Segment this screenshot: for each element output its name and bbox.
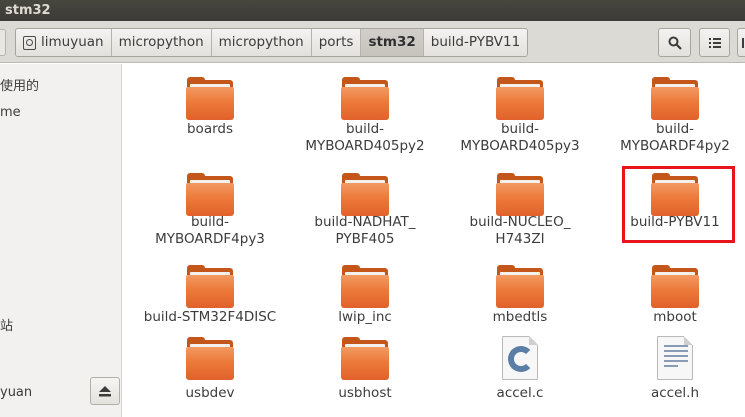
file-name-label: boards [186,121,234,137]
crumb-label: limuyuan [41,34,104,50]
folder-icon [135,76,285,120]
sidebar-item-label: yuan [0,385,33,400]
list-view-icon [708,37,721,48]
file-name-label: build- MYBOARDF4py2 [620,121,730,154]
back-button-edge[interactable] [0,29,6,56]
crumb-stm32[interactable]: stm32 [361,29,424,56]
file-name-label: accel.c [496,385,544,401]
sidebar-item-user-drive[interactable]: yuan [0,385,32,400]
file-name-label: accel.h [650,385,700,401]
menu-button[interactable] [737,28,745,57]
c-source-file-icon [445,336,595,380]
folder-icon [600,76,745,120]
sidebar-item-recent[interactable]: 使用的 [0,75,39,94]
menu-icon [741,37,745,48]
c-header-file-icon [600,336,745,380]
sidebar: 使用的 me 站 yuan [0,64,122,417]
search-icon [668,36,682,50]
folder-icon [290,172,440,216]
crumb-ports[interactable]: ports [311,29,362,56]
file-name-label: build-STM32F4DISC [143,309,277,325]
file-name-label: build-NADHAT_ PYBF405 [314,214,416,247]
folder-icon [445,172,595,216]
eject-icon [99,385,111,396]
home-folder-icon [23,35,36,50]
sidebar-item-site[interactable]: 站 [0,315,13,334]
folder-icon [600,264,745,308]
file-name-label: lwip_inc [338,309,392,325]
eject-button[interactable] [90,377,120,405]
file-name-label: usbdev [185,385,235,401]
crumb-home[interactable]: limuyuan [16,29,112,56]
crumb-micropython-2[interactable]: micropython [211,29,312,56]
sidebar-item-home[interactable]: me [0,105,21,120]
crumb-micropython-1[interactable]: micropython [111,29,212,56]
toolbar: limuyuan micropython micropython ports s… [0,21,745,63]
search-button[interactable] [658,28,691,57]
folder-icon [600,172,745,216]
folder-icon [445,76,595,120]
file-name-label: build-PYBV11 [630,214,720,230]
file-grid: boards build- MYBOARD405py2 build- MYBOARD… [123,64,745,417]
file-name-label: mboot [653,309,697,325]
file-name-label: build-NUCLEO_ H743ZI [469,214,571,247]
folder-icon [135,264,285,308]
folder-icon [290,336,440,380]
folder-icon [445,264,595,308]
sidebar-item-label: 站 [0,319,14,334]
folder-icon [135,336,285,380]
window-title: stm32 [0,0,745,21]
breadcrumb: limuyuan micropython micropython ports s… [15,28,529,57]
folder-icon [135,172,285,216]
file-name-label: mbedtls [492,309,548,325]
folder-icon [290,76,440,120]
sidebar-item-label: 使用的 [0,79,40,94]
crumb-build-pybv11[interactable]: build-PYBV11 [423,29,528,56]
file-name-label: build- MYBOARD405py2 [305,121,425,154]
list-view-button[interactable] [699,28,730,57]
file-name-label: build- MYBOARD405py3 [460,121,580,154]
folder-icon [290,264,440,308]
file-name-label: build- MYBOARDF4py3 [155,214,265,247]
file-name-label: usbhost [338,385,392,401]
sidebar-item-label: me [0,105,21,120]
